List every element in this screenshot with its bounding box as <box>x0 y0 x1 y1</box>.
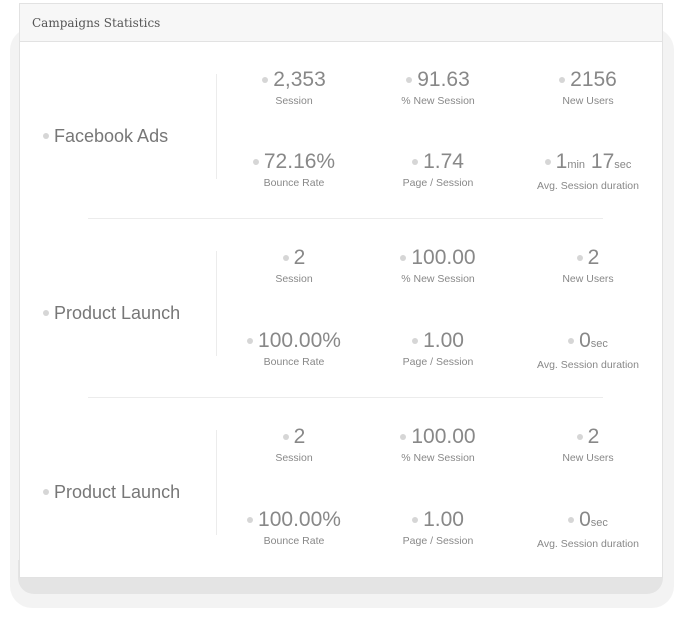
duration-seconds: 17 <box>590 150 615 173</box>
metric-label: New Users <box>562 452 614 464</box>
metric-label: Session <box>275 452 313 464</box>
metric-value: 91.63 <box>417 68 470 91</box>
metric-value: 100.00 <box>411 425 476 448</box>
bullet-icon <box>262 77 269 84</box>
metric-bounce-rate: 72.16% Bounce Rate <box>219 150 369 190</box>
metric-bounce-rate: 100.00% Bounce Rate <box>219 329 369 369</box>
vertical-divider <box>216 430 217 535</box>
row-divider <box>88 397 603 398</box>
bullet-icon <box>282 434 289 441</box>
bullet-icon <box>43 489 49 495</box>
duration-seconds: 0 <box>579 329 591 352</box>
metric-label: Avg. Session duration <box>537 359 639 371</box>
metric-label: % New Session <box>401 273 475 285</box>
bullet-icon <box>559 77 566 84</box>
duration-sec-unit: sec <box>590 517 608 529</box>
duration-seconds: 0 <box>579 508 591 531</box>
metric-value: 1.00 <box>423 329 464 352</box>
bullet-icon <box>282 255 289 262</box>
metric-value: 72.16% <box>263 150 336 173</box>
metric-label: Bounce Rate <box>263 535 325 547</box>
metric-label: Page / Session <box>402 177 474 189</box>
metric-avg-session-duration: 0sec Avg. Session duration <box>513 508 663 551</box>
bullet-icon <box>247 338 254 345</box>
metric-page-session: 1.74 Page / Session <box>363 150 513 190</box>
metric-value: 2 <box>587 246 600 269</box>
metric-value: 100.00 <box>411 246 476 269</box>
metric-label: % New Session <box>401 452 475 464</box>
metric-page-session: 1.00 Page / Session <box>363 508 513 548</box>
metric-avg-session-duration: 0sec Avg. Session duration <box>513 329 663 372</box>
metric-bounce-rate: 100.00% Bounce Rate <box>219 508 369 548</box>
metric-label: Avg. Session duration <box>537 538 639 550</box>
metric-session: 2,353 Session <box>219 68 369 108</box>
metric-session: 2 Session <box>219 425 369 465</box>
metric-new-session-pct: 91.63 % New Session <box>363 68 513 108</box>
metric-session: 2 Session <box>219 246 369 286</box>
campaign-name: Product Launch <box>43 412 180 572</box>
metric-page-session: 1.00 Page / Session <box>363 329 513 369</box>
bullet-icon <box>43 310 49 316</box>
metric-value: 1.00 <box>423 508 464 531</box>
vertical-divider <box>216 251 217 356</box>
campaign-row: Product Launch 2 Session 100.00 % New Se… <box>20 233 664 393</box>
card-header: Campaigns Statistics <box>20 4 662 42</box>
campaign-row: Product Launch 2 Session 100.00 % New Se… <box>20 412 664 572</box>
campaign-row: Facebook Ads 2,353 Session 91.63 % New S… <box>20 56 664 216</box>
row-divider <box>88 218 603 219</box>
bullet-icon <box>412 338 419 345</box>
metric-value: 100.00% <box>258 329 341 352</box>
duration-sec-unit: sec <box>590 338 608 350</box>
campaigns-statistics-card: Campaigns Statistics Facebook Ads 2,353 … <box>19 3 663 578</box>
metric-value: 2 <box>293 246 306 269</box>
bullet-icon <box>400 255 407 262</box>
bullet-icon <box>43 133 49 139</box>
bullet-icon <box>576 255 583 262</box>
duration-minutes: 1 <box>555 150 568 173</box>
metric-label: % New Session <box>401 95 475 107</box>
metric-value: 2,353 <box>273 68 326 91</box>
campaign-name-label: Product Launch <box>54 481 181 502</box>
campaign-name: Facebook Ads <box>43 56 168 216</box>
metric-label: New Users <box>562 273 614 285</box>
bullet-icon <box>412 517 419 524</box>
metric-value: 1.74 <box>423 150 464 173</box>
bullet-icon <box>247 517 254 524</box>
duration-min-unit: min <box>567 159 586 171</box>
campaign-name-label: Product Launch <box>54 302 181 323</box>
metric-label: Page / Session <box>402 356 474 368</box>
metric-new-session-pct: 100.00 % New Session <box>363 246 513 286</box>
campaign-name: Product Launch <box>43 233 180 393</box>
metric-label: Avg. Session duration <box>537 180 639 192</box>
metric-new-users: 2 New Users <box>513 425 663 465</box>
metric-value: 2156 <box>570 68 617 91</box>
bullet-icon <box>406 77 413 84</box>
vertical-divider <box>216 74 217 179</box>
duration-sec-unit: sec <box>614 159 632 171</box>
metric-label: Bounce Rate <box>263 177 325 189</box>
campaign-name-label: Facebook Ads <box>54 125 169 146</box>
bullet-icon <box>412 159 419 166</box>
bullet-icon <box>568 338 575 345</box>
metric-label: Bounce Rate <box>263 356 325 368</box>
metric-value: 100.00% <box>258 508 341 531</box>
bullet-icon <box>252 159 259 166</box>
metric-new-users: 2156 New Users <box>513 68 663 108</box>
metric-label: Session <box>275 95 313 107</box>
bullet-icon <box>544 159 551 166</box>
metric-avg-session-duration: 1min 17sec Avg. Session duration <box>513 150 663 193</box>
metric-value: 2 <box>293 425 306 448</box>
metric-label: Session <box>275 273 313 285</box>
card-title: Campaigns Statistics <box>32 15 161 30</box>
metric-label: Page / Session <box>402 535 474 547</box>
bullet-icon <box>576 434 583 441</box>
bullet-icon <box>400 434 407 441</box>
metric-new-session-pct: 100.00 % New Session <box>363 425 513 465</box>
metric-label: New Users <box>562 95 614 107</box>
metric-value: 2 <box>587 425 600 448</box>
bullet-icon <box>568 517 575 524</box>
metric-new-users: 2 New Users <box>513 246 663 286</box>
